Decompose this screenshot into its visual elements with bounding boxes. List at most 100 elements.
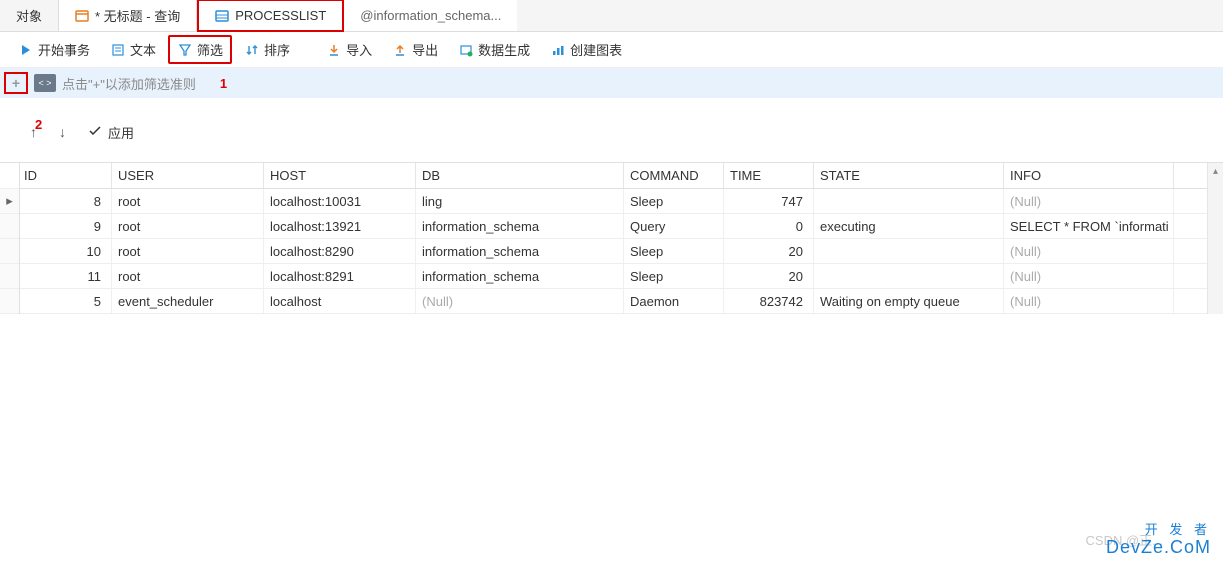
add-filter-button[interactable]: +	[4, 72, 28, 94]
col-header-db[interactable]: DB	[416, 163, 624, 188]
cell[interactable]: event_scheduler	[112, 289, 264, 313]
table-row[interactable]: 11rootlocalhost:8291information_schemaSl…	[20, 264, 1207, 289]
begin-transaction-button[interactable]: 开始事务	[10, 36, 98, 63]
tabs-bar: 对象 * 无标题 - 查询 PROCESSLIST @information_s…	[0, 0, 1223, 32]
apply-button[interactable]: 应用	[88, 123, 134, 142]
table-row[interactable]: 8rootlocalhost:10031lingSleep747 (Null)	[20, 189, 1207, 214]
cell[interactable]: 747	[724, 189, 814, 213]
tab-untitled-query[interactable]: * 无标题 - 查询	[59, 0, 197, 31]
filter-button[interactable]: 筛选	[168, 35, 232, 64]
sort-button[interactable]: 排序	[236, 36, 298, 63]
table-row[interactable]: 9rootlocalhost:13921information_schemaQu…	[20, 214, 1207, 239]
cell[interactable]: (Null)	[1004, 239, 1174, 263]
cell[interactable]: 10	[20, 239, 112, 263]
cell[interactable]: (Null)	[1004, 289, 1174, 313]
move-down-button[interactable]: ↓	[59, 124, 66, 140]
cell[interactable]: 20	[724, 239, 814, 263]
filter-criteria-bar: + < > 点击"+"以添加筛选准则 1	[0, 68, 1223, 98]
tab-label: 对象	[16, 6, 42, 25]
vertical-scrollbar[interactable]: ▴	[1207, 163, 1223, 314]
sort-icon	[244, 42, 260, 58]
grid-header-row: ID USER HOST DB COMMAND TIME STATE INFO	[20, 163, 1207, 189]
button-label: 导出	[412, 40, 438, 59]
cell[interactable]: 9	[20, 214, 112, 238]
cell[interactable]: ling	[416, 189, 624, 213]
cell[interactable]: Waiting on empty queue	[814, 289, 1004, 313]
cell[interactable]: localhost:8290	[264, 239, 416, 263]
cell[interactable]: (Null)	[416, 289, 624, 313]
import-button[interactable]: 导入	[318, 36, 380, 63]
export-button[interactable]: 导出	[384, 36, 446, 63]
cell[interactable]: root	[112, 264, 264, 288]
play-icon	[18, 42, 34, 58]
chart-icon	[550, 42, 566, 58]
row-handle-gutter: ▸	[0, 163, 20, 314]
cell[interactable]: 5	[20, 289, 112, 313]
col-header-host[interactable]: HOST	[264, 163, 416, 188]
import-icon	[326, 42, 342, 58]
cell[interactable]: 0	[724, 214, 814, 238]
button-label: 筛选	[197, 40, 223, 59]
cell[interactable]: Sleep	[624, 264, 724, 288]
text-icon	[110, 42, 126, 58]
row-handle[interactable]: ▸	[0, 189, 19, 214]
button-label: 排序	[264, 40, 290, 59]
row-handle[interactable]	[0, 289, 19, 314]
table-row[interactable]: 10rootlocalhost:8290information_schemaSl…	[20, 239, 1207, 264]
cell[interactable]: information_schema	[416, 264, 624, 288]
cell[interactable]: Query	[624, 214, 724, 238]
cell[interactable]: root	[112, 239, 264, 263]
cell[interactable]: Sleep	[624, 239, 724, 263]
tab-processlist-suffix[interactable]: @information_schema...	[344, 0, 517, 31]
query-icon	[75, 9, 89, 23]
col-header-user[interactable]: USER	[112, 163, 264, 188]
row-handle[interactable]	[0, 264, 19, 289]
cell[interactable]: 823742	[724, 289, 814, 313]
annotation-1: 1	[220, 76, 227, 91]
cell[interactable]	[814, 264, 1004, 288]
col-header-state[interactable]: STATE	[814, 163, 1004, 188]
logo-line1: 开 发 者	[1106, 522, 1211, 538]
tab-label: * 无标题 - 查询	[95, 6, 180, 25]
text-button[interactable]: 文本	[102, 36, 164, 63]
cell[interactable]: 8	[20, 189, 112, 213]
site-logo: 开 发 者 DevZe.CoM	[1106, 522, 1211, 559]
cell[interactable]: root	[112, 189, 264, 213]
cell[interactable]: localhost:10031	[264, 189, 416, 213]
cell[interactable]: (Null)	[1004, 189, 1174, 213]
col-header-info[interactable]: INFO	[1004, 163, 1174, 188]
cell[interactable]	[814, 239, 1004, 263]
create-chart-button[interactable]: 创建图表	[542, 36, 630, 63]
cell[interactable]: executing	[814, 214, 1004, 238]
toolbar: 开始事务 文本 筛选 排序 导入 导出 数据生成 创建图表	[0, 32, 1223, 68]
cell[interactable]: Sleep	[624, 189, 724, 213]
row-handle[interactable]	[0, 239, 19, 264]
tab-processlist[interactable]: PROCESSLIST	[197, 0, 344, 32]
cell[interactable]: localhost:8291	[264, 264, 416, 288]
data-grid: ▸ ID USER HOST DB COMMAND TIME STATE INF…	[0, 162, 1223, 314]
cell[interactable]: (Null)	[1004, 264, 1174, 288]
button-label: 导入	[346, 40, 372, 59]
data-generation-button[interactable]: 数据生成	[450, 36, 538, 63]
cell[interactable]: Daemon	[624, 289, 724, 313]
cell[interactable]	[814, 189, 1004, 213]
button-label: 创建图表	[570, 40, 622, 59]
button-label: 文本	[130, 40, 156, 59]
sql-badge-icon[interactable]: < >	[34, 74, 56, 92]
cell[interactable]: root	[112, 214, 264, 238]
table-row[interactable]: 5event_schedulerlocalhost(Null)Daemon823…	[20, 289, 1207, 314]
cell[interactable]: SELECT * FROM `informati	[1004, 214, 1174, 238]
cell[interactable]: localhost:13921	[264, 214, 416, 238]
col-header-command[interactable]: COMMAND	[624, 163, 724, 188]
tab-objects[interactable]: 对象	[0, 0, 59, 31]
col-header-time[interactable]: TIME	[724, 163, 814, 188]
cell[interactable]: localhost	[264, 289, 416, 313]
filter-placeholder-text[interactable]: 点击"+"以添加筛选准则	[62, 74, 196, 93]
scroll-up-icon[interactable]: ▴	[1208, 163, 1223, 179]
cell[interactable]: 20	[724, 264, 814, 288]
cell[interactable]: information_schema	[416, 239, 624, 263]
cell[interactable]: 11	[20, 264, 112, 288]
row-handle[interactable]	[0, 214, 19, 239]
col-header-id[interactable]: ID	[20, 163, 112, 188]
cell[interactable]: information_schema	[416, 214, 624, 238]
